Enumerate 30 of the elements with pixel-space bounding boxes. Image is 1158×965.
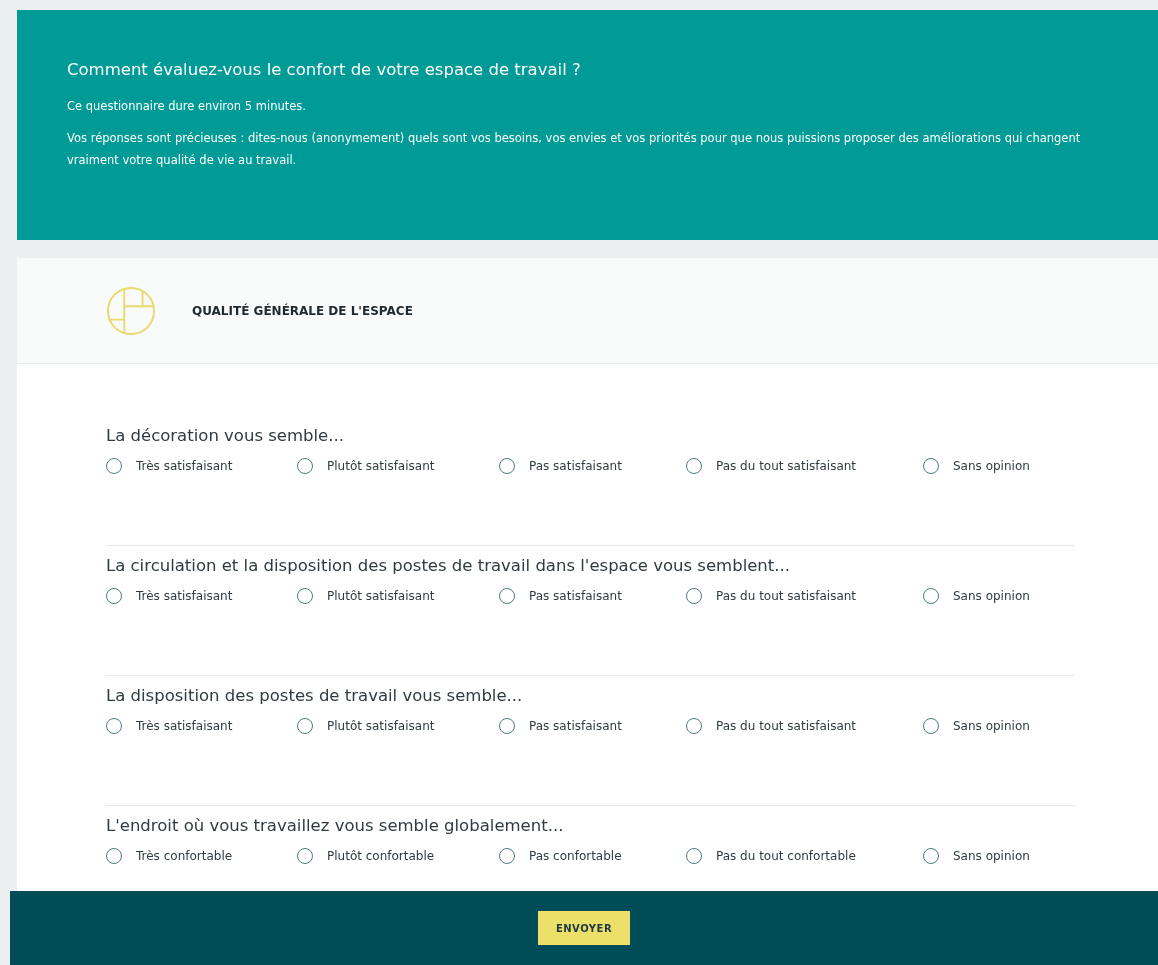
submit-button[interactable]: ENVOYER	[537, 911, 631, 945]
option-label[interactable]: Très satisfaisant	[136, 719, 233, 733]
question-label: La circulation et la disposition des postes de travail dans l'espace vous semblent...	[106, 556, 792, 577]
option-label[interactable]: Pas du tout satisfaisant	[716, 459, 857, 473]
option-label[interactable]: Pas du tout satisfaisant	[716, 719, 857, 733]
question-label: La disposition des postes de travail vous semble...	[106, 686, 524, 707]
option-label[interactable]: Très satisfaisant	[136, 589, 233, 603]
option-label[interactable]: Pas du tout confortable	[716, 849, 856, 863]
intro-paragraph: Ce questionnaire dure environ 5 minutes.	[67, 98, 307, 115]
option-label[interactable]: Pas satisfaisant	[529, 719, 622, 733]
intro-paragraph: Vos réponses sont précieuses : dites-nous (anonymement) quels sont vos besoins, vos envies et vos priorités pour que nous puissions proposer des améliorations qui changent vraiment votre qualité de vie au travail.	[67, 130, 1082, 169]
survey-title: Comment évaluez-vous le confort de votre espace de travail ?	[67, 60, 582, 79]
option-label[interactable]: Pas satisfaisant	[529, 459, 622, 473]
option-label[interactable]: Plutôt satisfaisant	[327, 459, 435, 473]
question-label: L'endroit où vous travaillez vous semble globalement...	[106, 816, 565, 837]
option-label[interactable]: Pas confortable	[529, 849, 622, 863]
option-label[interactable]: Pas du tout satisfaisant	[716, 589, 857, 603]
section-title: QUALITÉ GÉNÉRALE DE L'ESPACE	[192, 303, 413, 318]
option-label[interactable]: Sans opinion	[953, 589, 1030, 603]
option-label[interactable]: Très confortable	[136, 849, 233, 863]
question-label: La décoration vous semble...	[106, 426, 345, 447]
option-label[interactable]: Sans opinion	[953, 459, 1030, 473]
option-label[interactable]: Plutôt satisfaisant	[327, 719, 435, 733]
option-label[interactable]: Plutôt satisfaisant	[327, 589, 435, 603]
option-label[interactable]: Très satisfaisant	[136, 459, 233, 473]
option-label[interactable]: Sans opinion	[953, 719, 1030, 733]
floor-plan-circle-icon	[106, 285, 156, 336]
option-label[interactable]: Pas satisfaisant	[529, 589, 622, 603]
option-label[interactable]: Plutôt confortable	[327, 849, 435, 863]
option-label[interactable]: Sans opinion	[953, 849, 1030, 863]
